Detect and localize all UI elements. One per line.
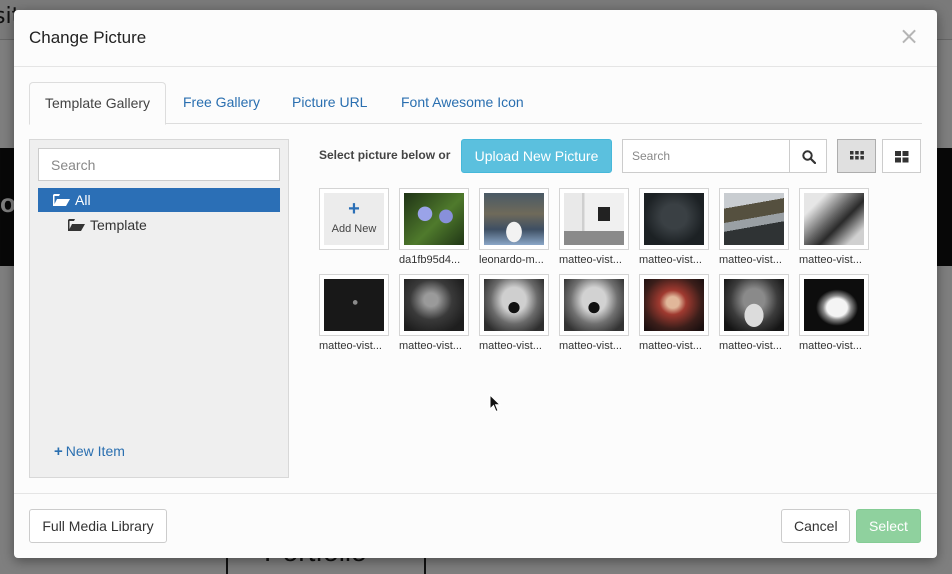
picture-thumbnail[interactable] <box>479 188 549 250</box>
folder-tree-panel: All Template +New Item <box>29 139 289 478</box>
mouse-pointer-icon <box>489 394 501 413</box>
folder-open-icon <box>68 219 85 231</box>
picture-thumbnail[interactable] <box>319 274 389 336</box>
picture-filename: matteo-vist... <box>559 254 622 266</box>
upload-new-picture-button[interactable]: Upload New Picture <box>461 139 612 173</box>
picture-filename: leonardo-m... <box>479 254 544 266</box>
picture-filename: matteo-vist... <box>799 254 862 266</box>
picture-filename: matteo-vist... <box>319 340 382 352</box>
picture-filename: matteo-vist... <box>399 340 462 352</box>
plus-icon: + <box>348 198 360 220</box>
dialog-title: Change Picture <box>29 28 147 47</box>
tree-item-template[interactable]: Template <box>38 213 280 237</box>
cancel-button[interactable]: Cancel <box>781 509 850 543</box>
picture-thumbnail[interactable] <box>799 274 869 336</box>
picture-filename: da1fb95d4... <box>399 254 461 266</box>
add-new-picture-tile[interactable]: + Add New <box>319 188 389 250</box>
picture-thumbnail[interactable] <box>399 188 469 250</box>
picture-thumbnail[interactable] <box>719 188 789 250</box>
small-grid-icon <box>850 151 864 160</box>
picture-filename: matteo-vist... <box>479 340 542 352</box>
folder-open-icon <box>53 194 70 206</box>
picture-thumbnail[interactable] <box>799 188 869 250</box>
search-icon <box>802 150 816 164</box>
picture-filename: matteo-vist... <box>799 340 862 352</box>
select-picture-hint: Select picture below or <box>319 148 451 162</box>
picture-thumbnail[interactable] <box>559 274 629 336</box>
search-button[interactable] <box>789 139 827 173</box>
tree-item-label: All <box>75 192 91 208</box>
tab-free-gallery[interactable]: Free Gallery <box>168 82 275 124</box>
small-grid-view-button[interactable] <box>837 139 876 173</box>
picture-search-input[interactable] <box>622 139 789 173</box>
picture-thumbnail[interactable] <box>639 188 709 250</box>
change-picture-dialog: Change Picture × Template Gallery Free G… <box>14 10 937 558</box>
tree-item-label: Template <box>90 217 147 233</box>
close-icon[interactable]: × <box>899 24 919 48</box>
new-item-button[interactable]: + New Item <box>54 443 125 460</box>
folder-search-input[interactable] <box>38 148 280 181</box>
picture-thumbnail[interactable] <box>479 274 549 336</box>
picture-thumbnail[interactable] <box>639 274 709 336</box>
dialog-header: Change Picture × <box>14 10 937 67</box>
large-grid-icon <box>895 151 909 163</box>
picture-filename: matteo-vist... <box>639 254 702 266</box>
tab-bar: Template Gallery Free Gallery Picture UR… <box>29 82 922 125</box>
picture-thumbnail[interactable] <box>559 188 629 250</box>
picture-filename: matteo-vist... <box>559 340 622 352</box>
picture-filename: matteo-vist... <box>719 254 782 266</box>
picture-filename: matteo-vist... <box>719 340 782 352</box>
tab-picture-url[interactable]: Picture URL <box>277 82 382 124</box>
large-grid-view-button[interactable] <box>882 139 921 173</box>
tab-font-awesome-icon[interactable]: Font Awesome Icon <box>386 82 539 124</box>
picture-thumbnail[interactable] <box>719 274 789 336</box>
dialog-footer: Full Media Library Cancel Select <box>14 493 937 558</box>
plus-icon: + <box>54 443 63 460</box>
tree-item-all[interactable]: All <box>38 188 280 212</box>
picture-filename: matteo-vist... <box>639 340 702 352</box>
select-button[interactable]: Select <box>856 509 921 543</box>
full-media-library-button[interactable]: Full Media Library <box>29 509 167 543</box>
picture-thumbnail[interactable] <box>399 274 469 336</box>
tab-template-gallery[interactable]: Template Gallery <box>29 82 167 125</box>
